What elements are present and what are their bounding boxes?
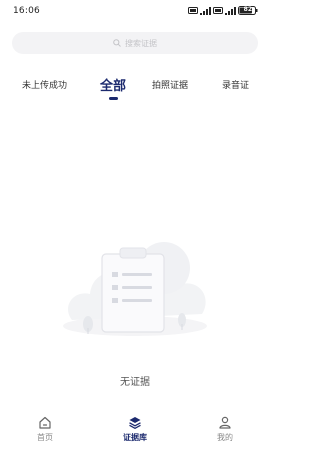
signal-icon — [225, 6, 236, 15]
status-icons: 82 — [188, 6, 258, 15]
layers-icon — [129, 417, 141, 429]
hd-icon — [213, 7, 223, 14]
tab-indicator — [109, 97, 118, 100]
tab-not-uploaded[interactable]: 未上传成功 — [22, 78, 67, 91]
battery-level: 82 — [243, 6, 252, 13]
signal-icon — [200, 6, 211, 15]
nav-mine-label: 我的 — [217, 433, 233, 442]
nav-evidence-label: 证据库 — [123, 433, 147, 442]
tab-all[interactable]: 全部 — [100, 75, 126, 94]
tab-photo-evidence[interactable]: 拍照证据 — [152, 78, 188, 91]
clipboard-icon — [63, 242, 207, 336]
nav-mine[interactable]: 我的 — [180, 410, 270, 450]
nav-home-label: 首页 — [37, 433, 53, 442]
search-icon — [113, 39, 121, 47]
nav-evidence-library[interactable]: 证据库 — [90, 410, 180, 450]
bottom-nav: 首页 证据库 我的 — [0, 410, 270, 450]
hd-icon — [188, 7, 198, 14]
search-placeholder: 搜索证据 — [125, 38, 157, 48]
tab-audio-evidence[interactable]: 录音证 — [222, 78, 249, 91]
user-icon — [219, 416, 231, 429]
home-icon — [39, 416, 51, 429]
search-input[interactable]: 搜索证据 — [12, 32, 258, 54]
nav-home[interactable]: 首页 — [0, 410, 90, 450]
tab-bar: 未上传成功 全部 拍照证据 录音证 — [0, 72, 270, 112]
status-time: 16:06 — [13, 6, 40, 16]
status-bar: 16:06 82 — [0, 0, 270, 26]
empty-state-text: 无证据 — [120, 377, 150, 388]
